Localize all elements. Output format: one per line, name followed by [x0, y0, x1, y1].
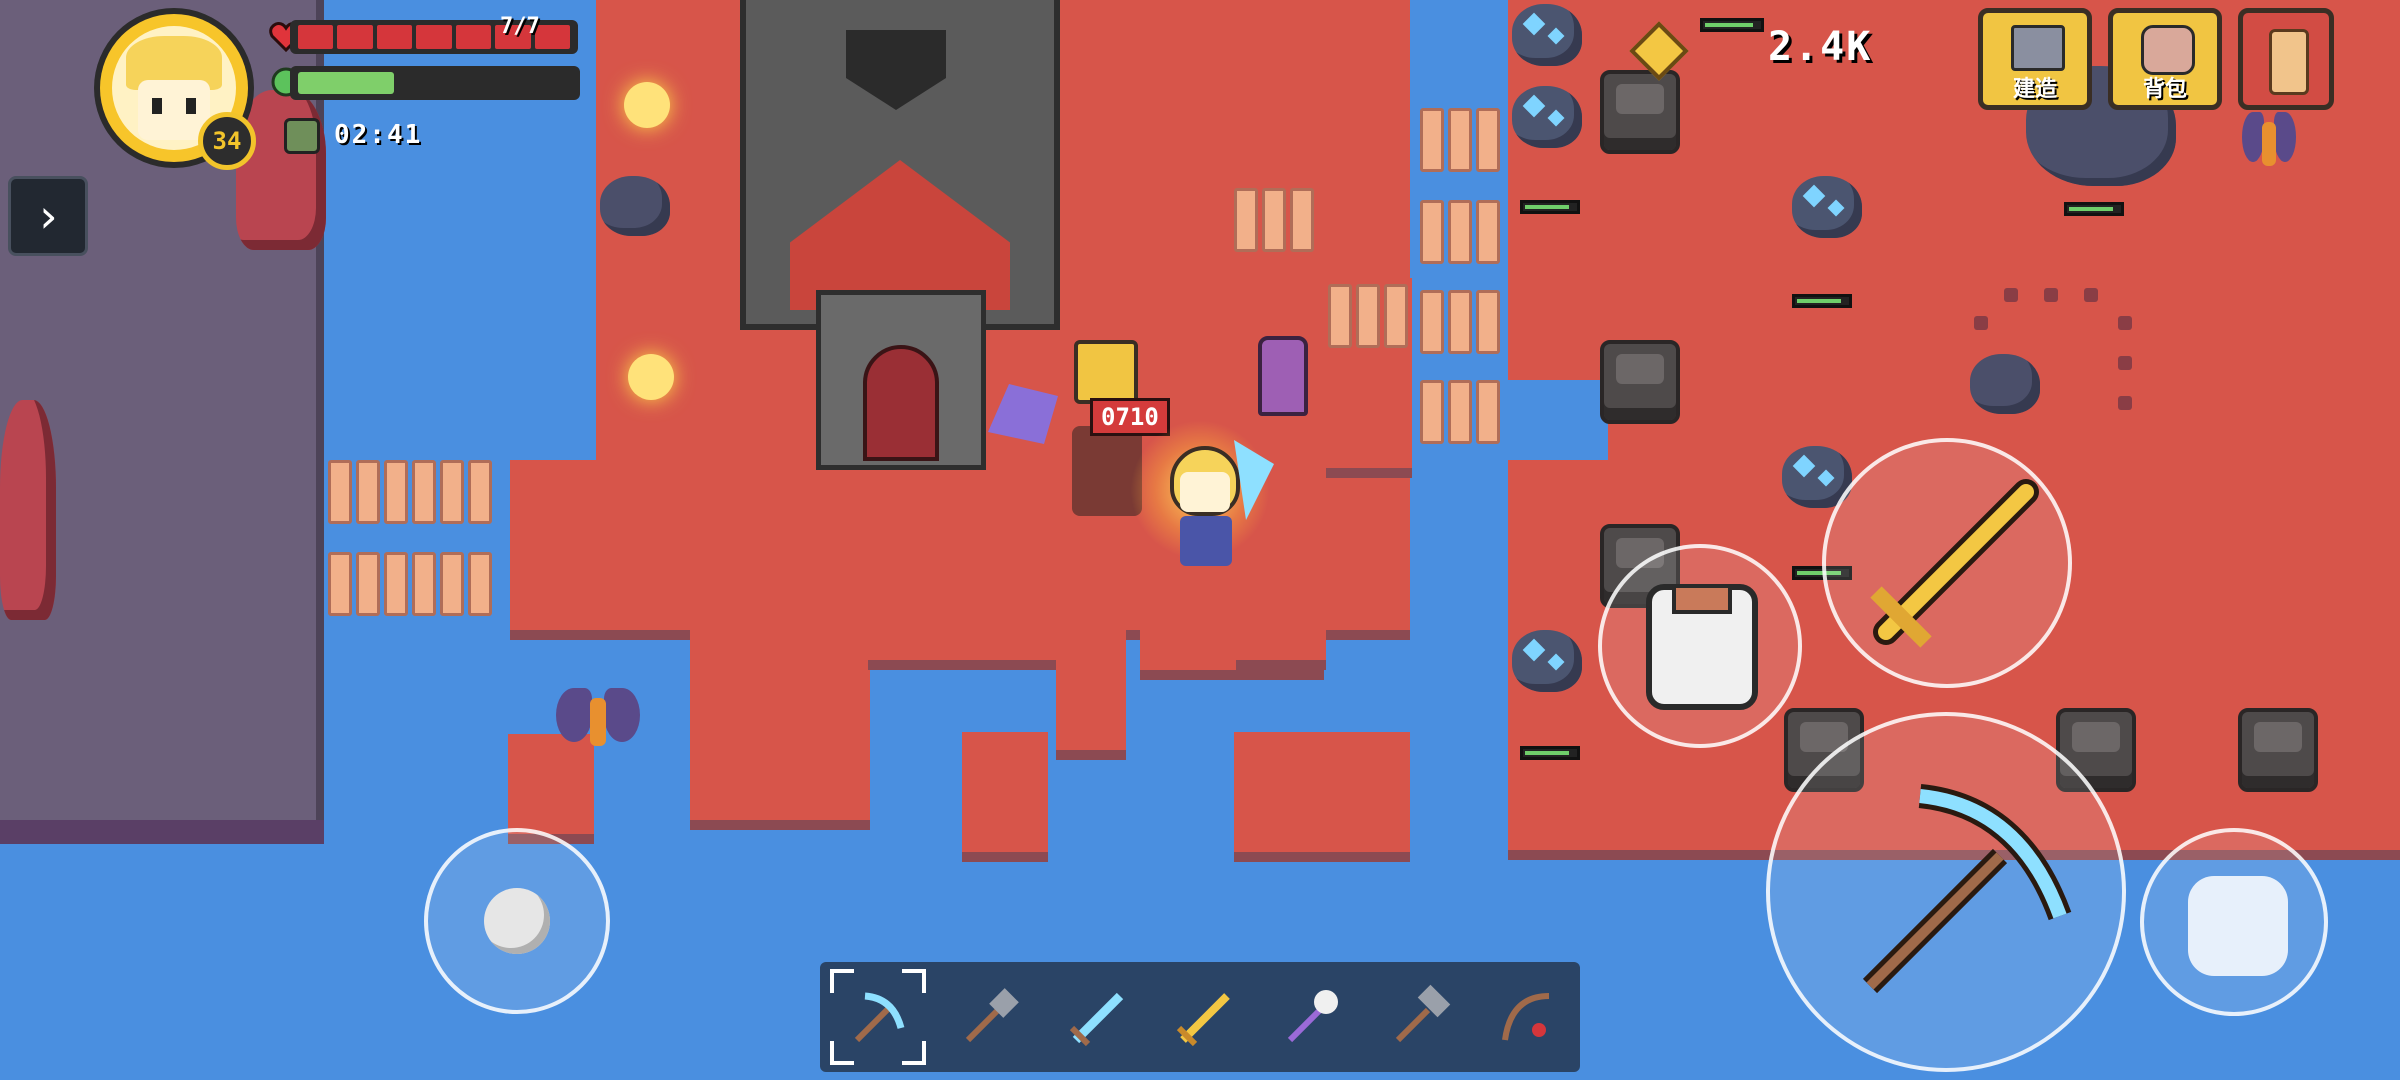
lamp-post	[628, 354, 674, 400]
node-health-bar	[2064, 202, 2124, 216]
bridge-right-1	[1420, 108, 1500, 172]
health-text: 7/7	[500, 14, 540, 39]
tower-door-house[interactable]	[816, 290, 986, 470]
bridge-left-lower	[328, 552, 492, 616]
sword-icon	[1069, 992, 1123, 1047]
hotbar-slot-shovel[interactable]	[941, 969, 1037, 1065]
fishing-rod-icon	[1502, 993, 1550, 1041]
ground-mark	[2004, 288, 2018, 302]
day-timer: 02:41	[334, 120, 423, 150]
hourglass-icon	[284, 118, 320, 154]
coin-progress	[1700, 18, 1764, 32]
lantern[interactable]	[1258, 336, 1308, 416]
golden-sword-icon	[1870, 479, 2039, 648]
tool-hotbar	[820, 962, 1580, 1072]
hotbar-slot-hammer[interactable]	[1371, 969, 1467, 1065]
ground-tile-3	[1056, 630, 1126, 760]
golden-sword-icon	[1176, 993, 1230, 1047]
hotbar-slot-golden-sword[interactable]	[1156, 969, 1252, 1065]
bridge-right-3	[1420, 290, 1500, 354]
health-segment	[298, 25, 334, 49]
movement-joystick[interactable]	[424, 828, 610, 1014]
player-character	[1100, 420, 1300, 590]
ground-tile-2	[868, 630, 1058, 670]
rock-node[interactable]	[1970, 354, 2040, 414]
build-button[interactable]: 建造	[1978, 8, 2092, 110]
bridge-right-2	[1420, 200, 1500, 264]
potion-icon	[1646, 584, 1758, 710]
lamp-post	[624, 82, 670, 128]
shovel-icon	[966, 988, 1019, 1043]
bridge-center	[1234, 188, 1314, 252]
hotbar-slot-fishing-rod[interactable]	[1478, 969, 1574, 1065]
moth-creature[interactable]	[556, 688, 640, 754]
joystick-knob[interactable]	[484, 888, 550, 954]
attack-button[interactable]	[1822, 438, 2072, 688]
health-segment	[455, 25, 492, 49]
ground-left-tongue	[510, 460, 850, 640]
player-level-badge: 34	[198, 112, 256, 170]
ground-mark	[1974, 316, 1988, 330]
bridge-mid-1	[1328, 284, 1408, 348]
rock-node[interactable]	[600, 176, 670, 236]
ground-tile-7	[1234, 732, 1414, 862]
backpack-icon	[2141, 25, 2195, 75]
ground-mark	[2044, 288, 2058, 302]
quest-button[interactable]	[2238, 8, 2334, 110]
tree-stump[interactable]	[1600, 70, 1680, 154]
anvil-icon	[2011, 25, 2065, 71]
left-island-edge	[0, 820, 324, 844]
ground-mark	[2118, 396, 2132, 410]
ore-node[interactable]	[1512, 630, 1582, 692]
moth-creature[interactable]	[2242, 112, 2296, 174]
hammer-icon	[1395, 984, 1451, 1043]
energy-bar-fill	[298, 72, 394, 94]
swap-button[interactable]	[2140, 828, 2328, 1016]
skull-staff-icon	[1288, 990, 1339, 1043]
red-tree[interactable]	[236, 90, 326, 250]
hotbar-slot-sword[interactable]	[1049, 969, 1145, 1065]
tree-stump[interactable]	[2238, 708, 2318, 792]
backpack-button[interactable]: 背包	[2108, 8, 2222, 110]
energy-bar	[290, 66, 580, 100]
ore-node[interactable]	[1792, 176, 1862, 238]
ground-mark	[2118, 356, 2132, 370]
health-segment	[376, 25, 413, 49]
coin-counter: 2.4K	[1768, 24, 1873, 70]
health-segment	[416, 25, 452, 49]
scroll-icon	[2269, 29, 2309, 95]
ground-tile-1	[690, 630, 870, 830]
ground-tile-6	[962, 732, 1048, 862]
bridge-left-upper	[328, 460, 492, 524]
water-inlet	[1508, 380, 1608, 460]
hotbar-slot-skull-staff[interactable]	[1263, 969, 1359, 1065]
ground-mark	[2118, 316, 2132, 330]
hotbar-slot-pickaxe[interactable]	[826, 965, 930, 1069]
node-health-bar	[1520, 746, 1580, 760]
swap-icon	[2188, 876, 2288, 976]
red-tree[interactable]	[0, 400, 56, 620]
backpack-label: 背包	[2142, 77, 2187, 102]
build-label: 建造	[2012, 77, 2057, 102]
pickaxe-icon	[1862, 784, 2072, 994]
tool-button[interactable]	[1766, 712, 2126, 1072]
node-health-bar	[1792, 294, 1852, 308]
bridge-right-4	[1420, 380, 1500, 444]
ground-mark	[2084, 288, 2098, 302]
expand-panel-button[interactable]: ›	[8, 176, 88, 256]
chevron-right-icon: ›	[34, 189, 62, 243]
node-health-bar	[1520, 200, 1580, 214]
ore-node[interactable]	[1512, 4, 1582, 66]
ore-node[interactable]	[1512, 86, 1582, 148]
health-segment	[337, 25, 373, 49]
tree-stump[interactable]	[1600, 340, 1680, 424]
